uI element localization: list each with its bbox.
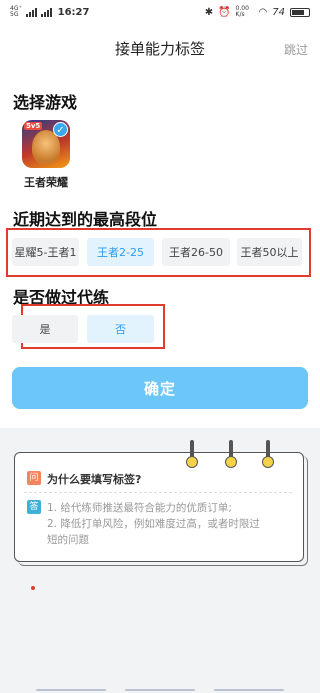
header: 接单能力标签 跳过 — [0, 32, 320, 64]
confirm-button[interactable]: 确定 — [12, 367, 308, 409]
bottom-tab-indicators — [0, 687, 320, 693]
boost-option-yes[interactable]: 是 — [12, 315, 78, 343]
binder-ring-icon — [186, 440, 198, 470]
status-left: 4G⁺ 5G 16:27 — [10, 6, 89, 18]
status-right: ✱ ⏰ 0.00 K/s ◠ 74 — [205, 6, 310, 18]
answer-icon: 答 — [27, 500, 41, 514]
question-icon: 问 — [27, 471, 41, 485]
status-time: 16:27 — [57, 6, 90, 18]
network-type-bottom: 5G — [10, 11, 19, 18]
game-badge: 5v5 — [24, 122, 43, 130]
game-name: 王者荣耀 — [24, 176, 68, 189]
rank-option-1[interactable]: 星耀5-王者1 — [12, 238, 79, 266]
answer-line-1: 1. 给代练师推送最符合能力的优质订单; — [47, 502, 232, 514]
status-bar: 4G⁺ 5G 16:27 ✱ ⏰ 0.00 K/s ◠ 74 — [0, 0, 320, 24]
indicator-dot — [31, 586, 35, 590]
wifi-icon: ◠ — [258, 6, 268, 18]
rank-heading: 近期达到的最高段位 — [13, 210, 158, 229]
alarm-icon: ⏰ — [218, 6, 231, 18]
rank-option-2[interactable]: 王者2-25 — [87, 238, 154, 266]
signal-icon — [25, 7, 37, 17]
select-game-heading: 选择游戏 — [13, 93, 78, 112]
page-title: 接单能力标签 — [114, 40, 205, 58]
signal-icon-2 — [40, 7, 52, 17]
binder-ring-icon — [262, 440, 274, 470]
rank-option-3[interactable]: 王者26-50 — [162, 238, 230, 266]
bluetooth-icon: ✱ — [204, 6, 214, 18]
binder-ring-icon — [225, 440, 237, 470]
network-speed: 0.00 K/s — [235, 5, 249, 18]
answer-line-3: 短的问题 — [47, 534, 89, 546]
network-type-indicator: 4G⁺ 5G — [10, 6, 22, 18]
question-text: 为什么要填写标签? — [47, 473, 142, 486]
battery-level: 74 — [272, 6, 285, 18]
answer-line-2: 2. 降低打单风险，例如难度过高，或者时限过 — [47, 518, 260, 530]
boost-option-no[interactable]: 否 — [87, 315, 154, 343]
game-tile-wangzhe[interactable]: 5v5 ✓ — [22, 120, 70, 168]
rank-option-4[interactable]: 王者50以上 — [237, 238, 302, 266]
selected-check-icon: ✓ — [53, 122, 68, 137]
skip-button[interactable]: 跳过 — [284, 41, 308, 58]
battery-icon — [290, 7, 310, 17]
divider — [24, 492, 292, 493]
